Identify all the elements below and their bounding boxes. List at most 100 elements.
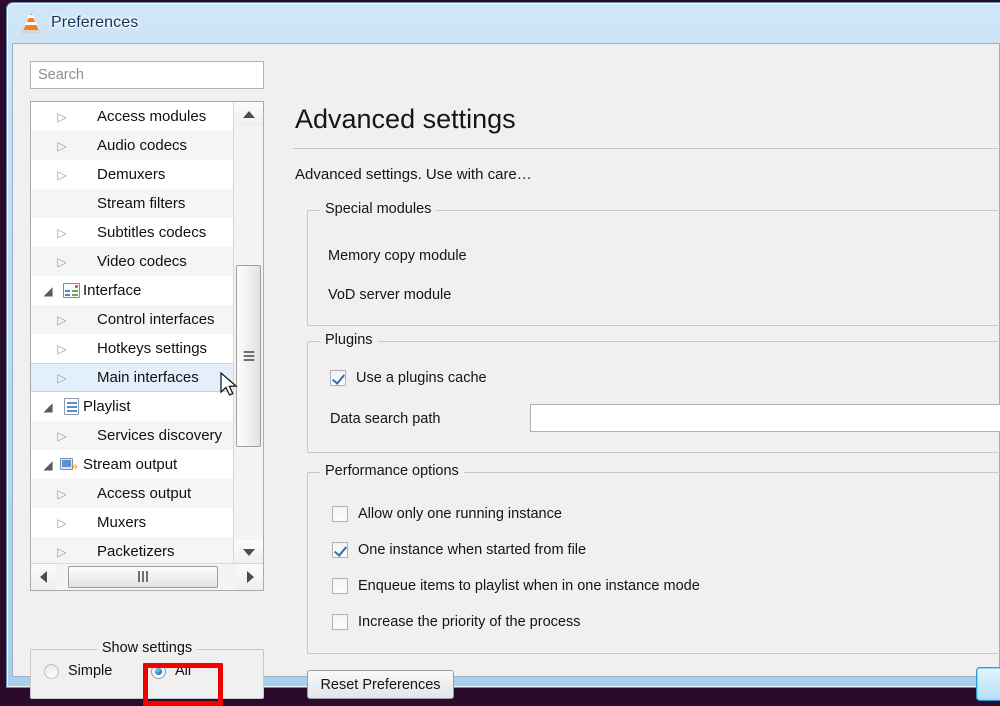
- scroll-left-arrow-icon[interactable]: [31, 564, 56, 590]
- tree-scroll-area: ▷ Access modules ▷ Audio codecs ▷ Demuxers Str…: [31, 102, 235, 564]
- use-plugins-cache-checkbox[interactable]: Use a plugins cache: [330, 370, 487, 386]
- expand-arrow-icon[interactable]: ▷: [51, 111, 73, 123]
- title-bar: Preferences: [7, 3, 1000, 43]
- scroll-right-arrow-icon[interactable]: [238, 564, 263, 590]
- expand-arrow-icon[interactable]: ▷: [51, 546, 73, 558]
- allow-one-instance-label: Allow only one running instance: [358, 506, 562, 522]
- page-subtitle: Advanced settings. Use with care…: [295, 166, 532, 183]
- tree-item-label: Video codecs: [97, 253, 187, 270]
- tree-item-icon: [59, 398, 83, 415]
- tree-item-label: Hotkeys settings: [97, 340, 208, 357]
- radio-show-settings-simple[interactable]: Simple: [44, 663, 112, 679]
- expand-arrow-icon[interactable]: ▷: [51, 430, 73, 442]
- save-button[interactable]: Save: [976, 667, 1000, 701]
- tree-item-hotkeys-settings[interactable]: ▷ Hotkeys settings: [31, 334, 235, 363]
- vod-server-module-label: VoD server module: [328, 287, 452, 303]
- increase-priority-checkbox-indicator: [332, 614, 348, 630]
- radio-indicator-all: [151, 663, 166, 679]
- tree-item-label: Stream output: [83, 456, 178, 473]
- expand-arrow-icon[interactable]: ▷: [51, 517, 73, 529]
- enqueue-items-checkbox-indicator: [332, 578, 348, 594]
- dialog-body: ▷ Access modules ▷ Audio codecs ▷ Demuxers Str…: [12, 43, 1000, 706]
- increase-priority-checkbox[interactable]: Increase the priority of the process: [332, 614, 580, 630]
- special-modules-legend: Special modules: [320, 201, 437, 217]
- radio-show-settings-all[interactable]: All: [151, 663, 191, 679]
- tree-item-interface[interactable]: ◢ Interface: [31, 276, 235, 305]
- show-settings-group: Show settings Simple All: [30, 640, 264, 699]
- tree-item-label: Subtitles codecs: [97, 224, 207, 241]
- one-instance-from-file-checkbox[interactable]: One instance when started from file: [332, 542, 586, 558]
- expand-arrow-icon[interactable]: ▷: [51, 372, 73, 384]
- allow-one-instance-checkbox-indicator: [332, 506, 348, 522]
- expand-arrow-icon[interactable]: ▷: [51, 488, 73, 500]
- tree-item-label: Muxers: [97, 514, 147, 531]
- stream-output-icon: »: [60, 457, 82, 473]
- scroll-down-arrow-icon[interactable]: [234, 540, 263, 564]
- tree-item-stream-output[interactable]: ◢» Stream output: [31, 450, 235, 479]
- settings-tree[interactable]: ▷ Access modules ▷ Audio codecs ▷ Demuxers Str…: [30, 101, 264, 591]
- memory-copy-module-label: Memory copy module: [328, 248, 467, 264]
- tree-item-label: Stream filters: [97, 195, 186, 212]
- tree-item-label: Access output: [97, 485, 192, 502]
- playlist-icon: [63, 398, 79, 415]
- tree-horizontal-scrollbar[interactable]: [31, 563, 263, 590]
- data-search-path-label: Data search path: [330, 411, 441, 427]
- interface-icon: [62, 283, 80, 298]
- data-search-path-input[interactable]: [530, 404, 1000, 432]
- tree-item-label: Control interfaces: [97, 311, 215, 328]
- tree-item-icon: [59, 283, 83, 298]
- show-settings-legend: Show settings: [96, 640, 198, 656]
- radio-label-simple: Simple: [68, 663, 113, 679]
- tree-horizontal-scroll-thumb[interactable]: [68, 566, 218, 588]
- reset-preferences-button[interactable]: Reset Preferences: [307, 670, 454, 699]
- plugins-group: Plugins Use a plugins cache Data search …: [307, 332, 1000, 453]
- preferences-window: Preferences ▷ Access modules ▷ Audio codecs…: [6, 2, 1000, 706]
- tree-item-label: Interface: [83, 282, 142, 299]
- tree-item-playlist[interactable]: ◢ Playlist: [31, 392, 235, 421]
- tree-item-label: Packetizers: [97, 543, 175, 560]
- collapse-arrow-icon[interactable]: ◢: [37, 401, 59, 413]
- tree-item-access-modules[interactable]: ▷ Access modules: [31, 102, 235, 131]
- page-title: Advanced settings: [295, 104, 516, 134]
- expand-arrow-icon[interactable]: ▷: [51, 140, 73, 152]
- collapse-arrow-icon[interactable]: ◢: [37, 285, 59, 297]
- tree-item-services-discovery[interactable]: ▷ Services discovery: [31, 421, 235, 450]
- tree-item-demuxers[interactable]: ▷ Demuxers: [31, 160, 235, 189]
- expand-arrow-icon[interactable]: ▷: [51, 227, 73, 239]
- tree-vertical-scroll-thumb[interactable]: [236, 265, 261, 447]
- tree-item-audio-codecs[interactable]: ▷ Audio codecs: [31, 131, 235, 160]
- tree-item-icon: »: [59, 457, 83, 473]
- tree-item-label: Demuxers: [97, 166, 166, 183]
- expand-arrow-icon[interactable]: ▷: [51, 343, 73, 355]
- tree-item-stream-filters[interactable]: Stream filters: [31, 189, 235, 218]
- use-plugins-cache-checkbox-indicator: [330, 370, 346, 386]
- plugins-legend: Plugins: [320, 332, 378, 348]
- tree-item-packetizers[interactable]: ▷ Packetizers: [31, 537, 235, 564]
- performance-options-group: Performance options Allow only one runni…: [307, 463, 1000, 654]
- tree-item-label: Access modules: [97, 108, 207, 125]
- tree-item-label: Audio codecs: [97, 137, 188, 154]
- radio-indicator-simple: [44, 663, 59, 679]
- expand-arrow-icon[interactable]: ▷: [51, 169, 73, 181]
- collapse-arrow-icon[interactable]: ◢: [37, 459, 59, 471]
- tree-item-main-interfaces[interactable]: ▷ Main interfaces: [31, 363, 235, 392]
- expand-arrow-icon[interactable]: ▷: [51, 256, 73, 268]
- scroll-up-arrow-icon[interactable]: [234, 102, 263, 126]
- one-instance-from-file-checkbox-indicator: [332, 542, 348, 558]
- one-instance-from-file-label: One instance when started from file: [358, 542, 587, 558]
- tree-item-label: Services discovery: [97, 427, 223, 444]
- use-plugins-cache-label: Use a plugins cache: [356, 370, 487, 386]
- tree-item-access-output[interactable]: ▷ Access output: [31, 479, 235, 508]
- tree-item-label: Main interfaces: [97, 369, 199, 386]
- tree-item-video-codecs[interactable]: ▷ Video codecs: [31, 247, 235, 276]
- tree-vertical-scrollbar[interactable]: [233, 102, 263, 564]
- tree-item-subtitles-codecs[interactable]: ▷ Subtitles codecs: [31, 218, 235, 247]
- vlc-cone-icon: [21, 12, 41, 34]
- search-input[interactable]: [30, 61, 264, 89]
- enqueue-items-label: Enqueue items to playlist when in one in…: [358, 578, 700, 594]
- tree-item-muxers[interactable]: ▷ Muxers: [31, 508, 235, 537]
- expand-arrow-icon[interactable]: ▷: [51, 314, 73, 326]
- tree-item-control-interfaces[interactable]: ▷ Control interfaces: [31, 305, 235, 334]
- allow-one-instance-checkbox[interactable]: Allow only one running instance: [332, 506, 562, 522]
- enqueue-items-checkbox[interactable]: Enqueue items to playlist when in one in…: [332, 578, 700, 594]
